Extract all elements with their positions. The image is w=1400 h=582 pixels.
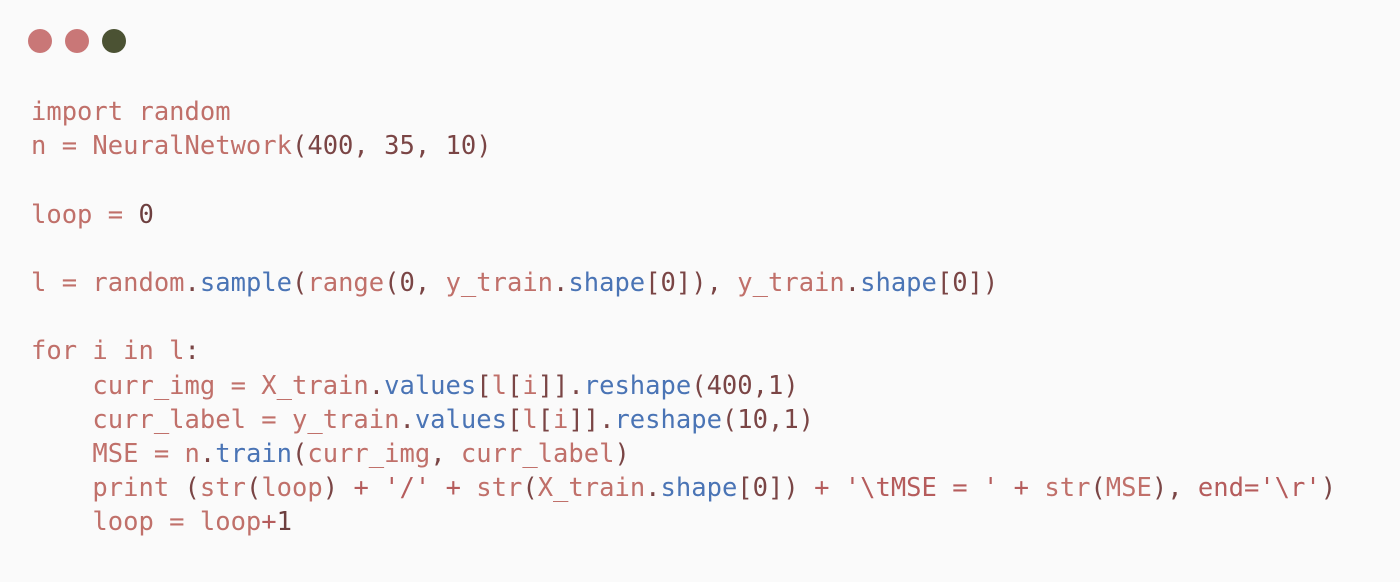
code-token: ( (292, 267, 308, 298)
code-line: curr_label = y_train.values[l[i]].reshap… (31, 403, 1336, 437)
code-token: train (215, 438, 293, 469)
code-token: ), (1151, 473, 1198, 504)
code-token: + (261, 507, 277, 538)
code-token: . (553, 267, 569, 298)
code-token: (400, 35, 10) (292, 131, 492, 162)
code-token: print (31, 473, 185, 504)
code-token: end='\r' (1197, 473, 1321, 504)
code-token: ( (1090, 473, 1106, 504)
code-token: , (430, 438, 461, 469)
code-token: ) (614, 438, 630, 469)
code-token: y_train (445, 267, 554, 298)
code-token: MSE = n (31, 438, 200, 469)
code-token: [0]) (936, 267, 999, 298)
code-token: X_train (537, 473, 646, 504)
code-token: ]]. (537, 370, 584, 401)
code-token: range (307, 267, 385, 298)
code-token: . (645, 473, 661, 504)
code-token: str (1044, 473, 1091, 504)
close-button[interactable] (28, 29, 52, 53)
code-token: import random (31, 97, 231, 127)
code-token: [ (506, 370, 523, 401)
code-token: values (384, 370, 477, 401)
code-token: curr_img (307, 438, 431, 469)
code-token: ( (522, 473, 538, 504)
code-window: import random n = NeuralNetwork(400, 35, … (0, 0, 1400, 582)
zoom-button[interactable] (102, 29, 126, 53)
code-line: MSE = n.train(curr_img, curr_label) (31, 437, 1336, 471)
code-token: ) (1320, 473, 1337, 504)
code-token: y_train (737, 267, 845, 298)
code-token: . (199, 438, 216, 469)
code-token: MSE (1105, 473, 1152, 504)
code-token: 1 (276, 507, 293, 538)
code-token: shape (660, 473, 738, 504)
code-token: [ (476, 370, 492, 401)
code-token: str (199, 473, 246, 504)
code-token: + '\tMSE = ' + (814, 473, 1045, 504)
code-token: shape (860, 267, 937, 298)
code-token: ) (322, 473, 354, 504)
code-token: [0]) (737, 473, 815, 504)
code-token: [ (537, 404, 554, 435)
code-token: . (399, 404, 415, 435)
code-token: . (184, 267, 200, 298)
code-token: l = random (31, 267, 185, 298)
code-token: . (844, 267, 861, 298)
code-line: loop = loop+1 (31, 505, 1336, 539)
code-token: curr_label (460, 438, 615, 469)
code-token: l (491, 370, 507, 401)
code-line: print (str(loop) + '/' + str(X_train.sha… (31, 471, 1336, 505)
code-block: import random n = NeuralNetwork(400, 35, … (31, 95, 1336, 539)
code-token: reshape (614, 404, 722, 435)
code-token: reshape (583, 370, 692, 401)
code-token: str (476, 473, 523, 504)
code-token: . (368, 370, 385, 401)
code-line: import random (31, 95, 1336, 129)
code-line: loop = 0 (31, 198, 1336, 232)
code-token: + '/' + (353, 473, 477, 504)
code-token: [0]), (645, 267, 738, 298)
code-token: loop (261, 473, 323, 504)
code-token: l (522, 404, 538, 435)
window-controls (28, 29, 126, 53)
code-token: (400,1) (691, 370, 799, 401)
code-token: i (522, 370, 538, 401)
code-token: sample (199, 267, 293, 298)
code-token: shape (568, 267, 646, 298)
code-token: curr_label = y_train (31, 404, 400, 435)
code-token: (0, (384, 267, 446, 298)
code-token: curr_img = X_train (31, 370, 369, 401)
code-token: n = NeuralNetwork (31, 131, 292, 162)
code-token: loop = (31, 199, 139, 230)
code-token: i (553, 404, 569, 435)
code-token: [ (506, 404, 523, 435)
code-line: curr_img = X_train.values[l[i]].reshape(… (31, 369, 1336, 403)
code-line: for i in l: (31, 334, 1336, 368)
code-token: : (184, 336, 200, 367)
code-token: loop = loop (31, 507, 262, 538)
code-token: (10,1) (721, 404, 815, 435)
code-token: ( (292, 438, 308, 469)
code-line: l = random.sample(range(0, y_train.shape… (31, 266, 1336, 300)
code-token: for i in l (31, 336, 185, 367)
minimize-button[interactable] (65, 29, 89, 53)
code-token: ( (184, 473, 200, 504)
code-token: 0 (138, 199, 154, 230)
code-token: ]]. (568, 404, 615, 435)
code-token: values (414, 404, 507, 435)
code-token: ( (245, 473, 262, 504)
code-line: n = NeuralNetwork(400, 35, 10) (31, 129, 1336, 163)
